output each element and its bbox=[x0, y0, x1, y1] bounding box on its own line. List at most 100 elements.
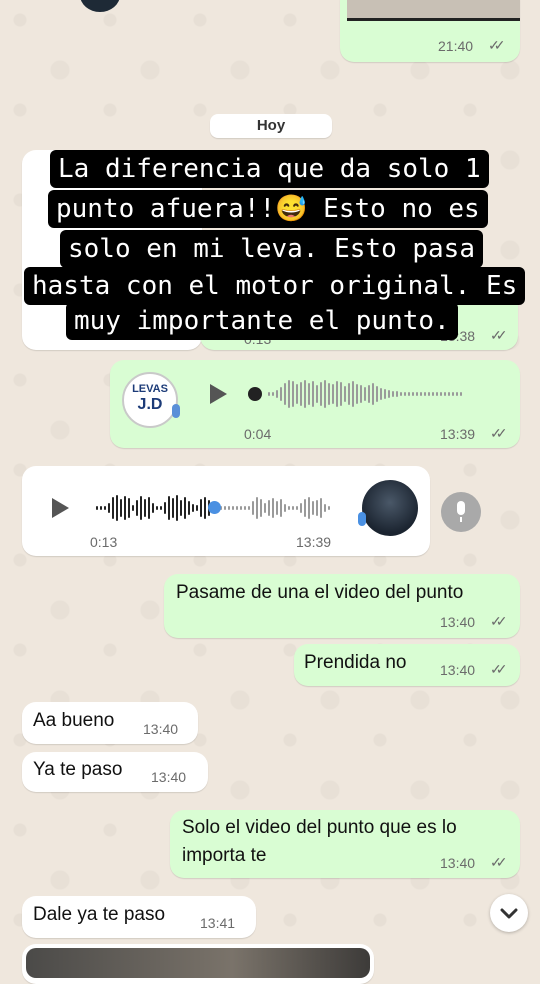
waveform-bar bbox=[284, 383, 286, 405]
waveform-bar bbox=[272, 498, 274, 518]
message-bubble-in[interactable]: Ya te paso 13:40 bbox=[22, 752, 208, 792]
sender-avatar bbox=[362, 480, 418, 536]
scroll-to-bottom-button[interactable] bbox=[490, 894, 528, 932]
waveform-bar bbox=[320, 382, 322, 406]
message-bubble-out[interactable]: Solo el video del punto que es lo import… bbox=[170, 810, 520, 878]
waveform-bar bbox=[296, 384, 298, 404]
waveform-bar bbox=[312, 501, 314, 515]
double-check-icon: ✓✓ bbox=[490, 613, 508, 629]
caption-line: punto afuera!!😅 Esto no es bbox=[48, 190, 488, 228]
waveform-bar bbox=[432, 392, 434, 396]
waveform-bar bbox=[204, 497, 206, 519]
waveform-bar bbox=[268, 500, 270, 516]
waveform[interactable] bbox=[268, 379, 500, 409]
message-bubble-in[interactable]: Dale ya te paso 13:41 bbox=[22, 896, 256, 938]
voice-duration: 0:04 bbox=[244, 426, 272, 442]
waveform-bar bbox=[100, 506, 102, 510]
waveform-bar bbox=[460, 392, 462, 396]
waveform-bar bbox=[256, 497, 258, 519]
waveform-bar bbox=[116, 495, 118, 521]
playback-position[interactable] bbox=[208, 501, 221, 514]
message-text: Prendida no bbox=[304, 652, 407, 673]
waveform-bar bbox=[300, 503, 302, 513]
double-check-icon: ✓✓ bbox=[488, 37, 506, 53]
waveform-bar bbox=[444, 392, 446, 396]
waveform-bar bbox=[276, 501, 278, 515]
waveform-bar bbox=[152, 503, 154, 513]
media-thumbnail[interactable] bbox=[347, 0, 520, 21]
waveform-bar bbox=[176, 495, 178, 521]
waveform-bar bbox=[284, 504, 286, 512]
microphone-icon bbox=[172, 404, 180, 418]
waveform-bar bbox=[156, 506, 158, 510]
double-check-icon: ✓✓ bbox=[490, 661, 508, 677]
waveform-bar bbox=[120, 499, 122, 517]
waveform-bar bbox=[292, 381, 294, 407]
caption-line: muy importante el punto. bbox=[66, 302, 458, 340]
waveform-bar bbox=[184, 497, 186, 519]
waveform-bar bbox=[404, 392, 406, 396]
waveform-bar bbox=[108, 503, 110, 513]
waveform-bar bbox=[316, 385, 318, 403]
media-thumbnail[interactable] bbox=[26, 948, 370, 978]
play-icon[interactable] bbox=[210, 384, 227, 404]
message-bubble-out[interactable]: Pasame de una el video del punto 13:40 ✓… bbox=[164, 574, 520, 638]
waveform-bar bbox=[132, 505, 134, 511]
waveform-bar bbox=[324, 380, 326, 408]
waveform-bar bbox=[428, 392, 430, 396]
waveform-bar bbox=[104, 506, 106, 510]
waveform-bar bbox=[304, 380, 306, 408]
playback-position[interactable] bbox=[248, 387, 262, 401]
waveform-bar bbox=[248, 506, 250, 510]
waveform-bar bbox=[308, 497, 310, 519]
waveform-bar bbox=[388, 390, 390, 398]
waveform-bar bbox=[112, 497, 114, 519]
waveform-bar bbox=[136, 500, 138, 516]
waveform-bar bbox=[224, 506, 226, 510]
chevron-down-icon bbox=[500, 908, 518, 919]
message-time: 13:39 bbox=[440, 426, 476, 442]
waveform-bar bbox=[448, 392, 450, 396]
waveform-bar bbox=[440, 392, 442, 396]
waveform-bar bbox=[244, 506, 246, 510]
waveform-bar bbox=[344, 386, 346, 402]
microphone-icon bbox=[358, 512, 366, 526]
waveform-bar bbox=[236, 506, 238, 510]
message-text: Ya te paso bbox=[33, 759, 123, 780]
message-time: 13:40 bbox=[440, 855, 476, 871]
play-icon[interactable] bbox=[52, 498, 69, 518]
waveform-bar bbox=[328, 383, 330, 405]
voice-message-bubble-in[interactable]: 0:13 13:39 bbox=[22, 466, 430, 556]
waveform-bar bbox=[140, 496, 142, 520]
waveform-bar bbox=[260, 499, 262, 517]
waveform-bar bbox=[144, 499, 146, 517]
waveform-bar bbox=[280, 387, 282, 401]
waveform-bar bbox=[296, 506, 298, 510]
waveform-bar bbox=[288, 506, 290, 510]
logo-text: LEVAS bbox=[132, 383, 168, 395]
voice-duration: 0:13 bbox=[90, 534, 118, 550]
waveform-bar bbox=[452, 392, 454, 396]
message-bubble-in[interactable]: Aa bueno 13:40 bbox=[22, 702, 198, 744]
waveform-bar bbox=[384, 389, 386, 399]
double-check-icon: ✓✓ bbox=[490, 854, 508, 870]
voice-message-bubble-out[interactable]: LEVAS J.D 0:04 13:39 ✓✓ bbox=[110, 360, 520, 448]
waveform-bar bbox=[332, 384, 334, 404]
waveform-bar bbox=[300, 382, 302, 406]
waveform-bar bbox=[232, 506, 234, 510]
media-message-bubble[interactable] bbox=[22, 944, 374, 984]
waveform-bar bbox=[400, 392, 402, 396]
waveform-bar bbox=[264, 503, 266, 513]
waveform-bar bbox=[392, 391, 394, 397]
waveform-bar bbox=[192, 504, 194, 512]
message-bubble-out[interactable]: Prendida no 13:40 ✓✓ bbox=[294, 644, 520, 686]
waveform-bar bbox=[200, 499, 202, 517]
sender-logo: LEVAS J.D bbox=[122, 372, 178, 428]
waveform-bar bbox=[304, 499, 306, 517]
waveform-bar bbox=[312, 381, 314, 407]
microphone-icon[interactable] bbox=[441, 492, 481, 532]
logo-text: J.D bbox=[137, 396, 163, 413]
message-bubble-top-media[interactable]: 21:40 ✓✓ bbox=[340, 0, 520, 62]
message-text: Aa bueno bbox=[33, 710, 115, 731]
waveform-bar bbox=[276, 390, 278, 398]
